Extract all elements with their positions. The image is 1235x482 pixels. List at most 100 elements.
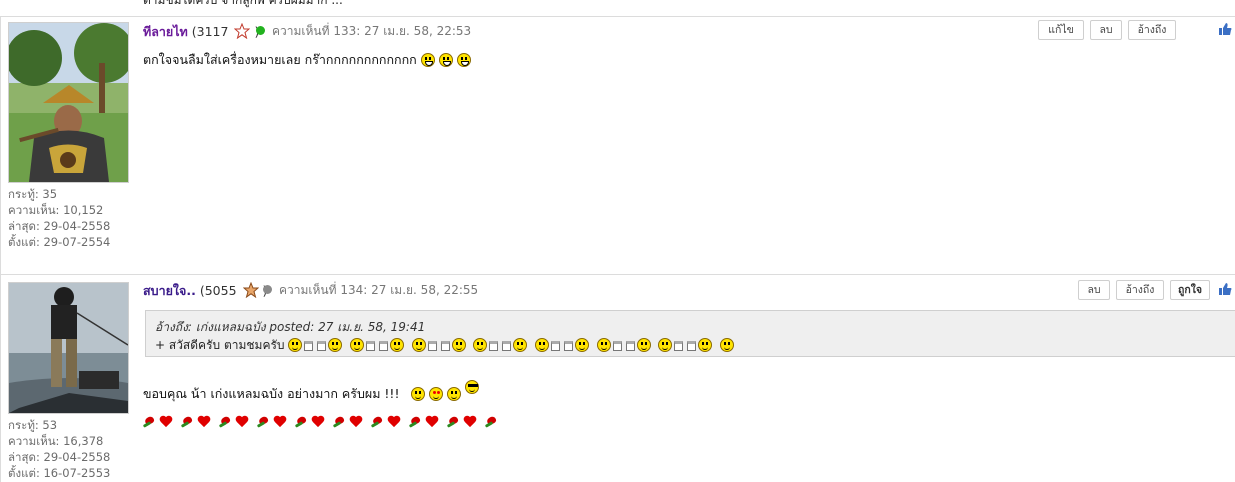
post-count: (3117 <box>191 24 229 39</box>
heart-icon <box>387 416 401 428</box>
thumbs-up-icon[interactable] <box>1218 22 1232 36</box>
quote-button[interactable]: อ้างถึง <box>1128 20 1176 40</box>
comment-number-time: ความเห็นที่ 134: 27 เม.ย. 58, 22:55 <box>279 283 479 297</box>
rose-icon <box>257 416 271 428</box>
quote-header: อ้างถึง: เก่งแหลมฉบัง posted: 27 เม.ย. 5… <box>155 320 426 334</box>
heart-icon <box>463 416 477 428</box>
message-body: ตกใจจนลืมใส่เครื่องหมายเลย กร๊ากกกกกกกกก… <box>143 50 471 70</box>
smile-emoticon-icon <box>534 338 549 352</box>
avatar-image <box>9 283 128 413</box>
quote-text: + สวัสดีครับ ตามชมครับ <box>155 338 285 352</box>
post-134: กระทู้: 53 ความเห็น: 16,378 ล่าสุด: 29-0… <box>0 274 1235 482</box>
comment-number-time: ความเห็นที่ 133: 27 เม.ย. 58, 22:53 <box>272 24 472 38</box>
delete-button[interactable]: ลบ <box>1090 20 1122 40</box>
quote-button[interactable]: อ้างถึง <box>1116 280 1164 300</box>
stat-last-active: ล่าสุด: 29-04-2558 <box>8 450 111 464</box>
quote-block: อ้างถึง: เก่งแหลมฉบัง posted: 27 เม.ย. 5… <box>145 310 1235 357</box>
post-133: กระทู้: 35 ความเห็น: 10,152 ล่าสุด: 29-0… <box>0 16 1235 274</box>
rose-heart-row <box>143 414 501 429</box>
whistle-emoticon-icon <box>447 387 462 401</box>
offline-status-icon <box>263 285 272 294</box>
avatar-image <box>9 23 128 182</box>
user-avatar[interactable] <box>8 22 129 183</box>
previous-post-text: ตามชมได้ครับ จากลูกพี่ ครับผมมาก ... <box>143 0 343 7</box>
user-avatar[interactable] <box>8 282 129 414</box>
stat-last-active: ล่าสุด: 29-04-2558 <box>8 219 111 233</box>
grin-emoticon-icon <box>420 53 435 67</box>
heart-icon <box>235 416 249 428</box>
beer-icon <box>489 341 499 351</box>
edit-button[interactable]: แก้ไข <box>1038 20 1084 40</box>
beer-icon <box>304 341 314 351</box>
message-body: ขอบคุณ น้า เก่งแหลมฉบัง อย่างมาก ครับผม … <box>143 380 480 404</box>
username-line: สบายใจ.. (5055 ) <box>143 281 267 301</box>
smile-emoticon-icon <box>411 338 426 352</box>
grin-emoticon-icon <box>456 53 471 67</box>
beer-icon <box>440 341 450 351</box>
sunglasses-emoticon-icon <box>465 380 480 394</box>
beer-icon <box>550 341 560 351</box>
rose-icon <box>409 416 423 428</box>
love-eyes-emoticon-icon <box>429 387 444 401</box>
beer-icon <box>625 341 635 351</box>
rose-icon <box>371 416 385 428</box>
smile-emoticon-icon <box>574 338 589 352</box>
heart-icon <box>425 416 439 428</box>
rose-icon <box>447 416 461 428</box>
rose-icon <box>143 416 157 428</box>
stat-member-since: ตั้งแต่: 16-07-2553 <box>8 466 111 480</box>
username-line: ทีลายไท (3117 ) <box>143 22 259 42</box>
heart-icon <box>349 416 363 428</box>
online-status-icon <box>256 26 265 35</box>
smile-emoticon-icon <box>698 338 713 352</box>
rose-icon <box>485 416 499 428</box>
smile-emoticon-icon <box>411 387 426 401</box>
rose-icon <box>295 416 309 428</box>
beer-icon <box>366 341 376 351</box>
beer-icon <box>427 341 437 351</box>
cheers-emoticons <box>288 338 734 352</box>
smile-emoticon-icon <box>390 338 405 352</box>
like-button[interactable]: ถูกใจ <box>1170 280 1210 300</box>
user-stats: กระทู้: 53 ความเห็น: 16,378 ล่าสุด: 29-0… <box>8 417 110 481</box>
smile-emoticon-icon <box>658 338 673 352</box>
beer-icon <box>674 341 684 351</box>
heart-icon <box>197 416 211 428</box>
heart-icon <box>273 416 287 428</box>
star-icon <box>242 282 259 298</box>
rose-icon <box>333 416 347 428</box>
message-text: ตกใจจนลืมใส่เครื่องหมายเลย กร๊ากกกกกกกกก… <box>143 52 417 67</box>
smile-emoticon-icon <box>596 338 611 352</box>
previous-post-tail: ตามชมได้ครับ จากลูกพี่ ครับผมมาก ... <box>0 0 1235 10</box>
rose-icon <box>181 416 195 428</box>
thumbs-up-icon[interactable] <box>1218 282 1232 296</box>
beer-icon <box>612 341 622 351</box>
stat-comments: ความเห็น: 16,378 <box>8 434 104 448</box>
heart-icon <box>311 416 325 428</box>
beer-icon <box>563 341 573 351</box>
grin-emoticon-icon <box>438 53 453 67</box>
smile-emoticon-icon <box>636 338 651 352</box>
beer-icon <box>502 341 512 351</box>
username-link[interactable]: สบายใจ.. <box>143 283 196 298</box>
star-icon <box>234 23 251 39</box>
beer-icon <box>379 341 389 351</box>
beer-icon <box>687 341 697 351</box>
post-count: (5055 <box>199 283 237 298</box>
smile-emoticon-icon <box>451 338 466 352</box>
quote-body: + สวัสดีครับ ตามชมครับ <box>155 336 734 355</box>
message-text: ขอบคุณ น้า เก่งแหลมฉบัง อย่างมาก ครับผม … <box>143 386 400 401</box>
smile-emoticon-icon <box>328 338 343 352</box>
rose-icon <box>219 416 233 428</box>
delete-button[interactable]: ลบ <box>1078 280 1110 300</box>
smile-emoticon-icon <box>473 338 488 352</box>
stat-topics: กระทู้: 53 <box>8 418 58 432</box>
stat-comments: ความเห็น: 10,152 <box>8 203 104 217</box>
user-stats: กระทู้: 35 ความเห็น: 10,152 ล่าสุด: 29-0… <box>8 186 110 250</box>
beer-icon <box>317 341 327 351</box>
stat-member-since: ตั้งแต่: 29-07-2554 <box>8 235 111 249</box>
username-link[interactable]: ทีลายไท <box>143 24 188 39</box>
smile-emoticon-icon <box>288 338 303 352</box>
smile-emoticon-icon <box>513 338 528 352</box>
smile-emoticon-icon <box>719 338 734 352</box>
